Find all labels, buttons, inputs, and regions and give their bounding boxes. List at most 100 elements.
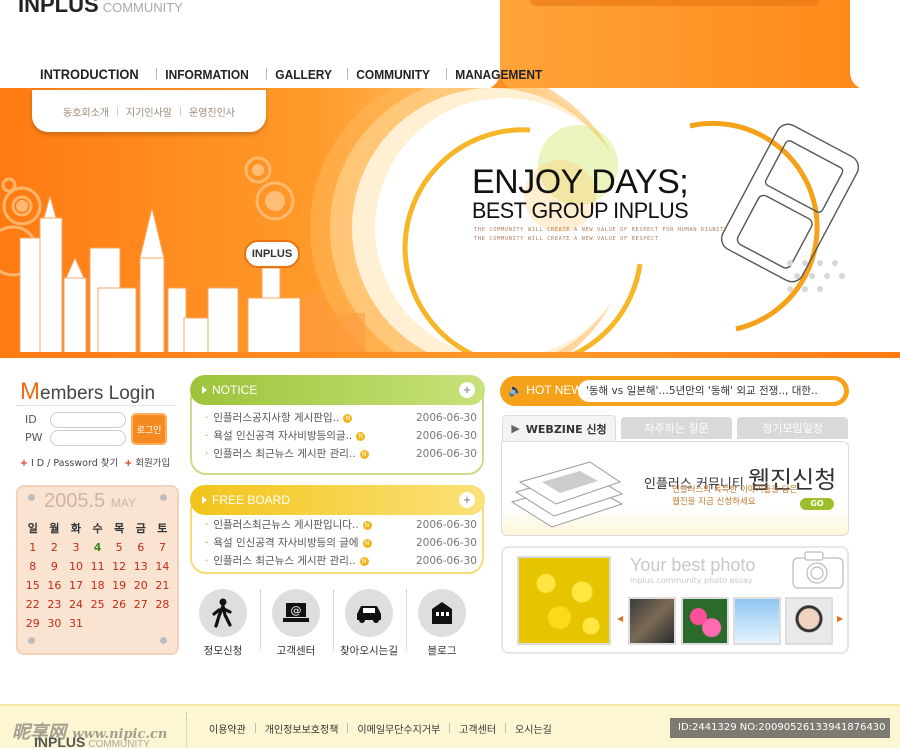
login-title-rest: embers Login (40, 383, 156, 404)
post-title[interactable]: 인플러스공지사항 게시판입..N (205, 409, 353, 427)
quick-link-customer-center[interactable]: @ 고객센터 (266, 589, 326, 658)
calendar-day[interactable]: 31 (65, 615, 87, 632)
id-input[interactable] (50, 412, 126, 428)
footer-link-terms[interactable]: 이용약관 (200, 721, 255, 736)
notice-more-plus-icon[interactable]: + (459, 382, 475, 398)
join-link[interactable]: + 회원가입 (124, 455, 170, 469)
tab-webzine[interactable]: ▶ WEBZINE 신청 (502, 415, 616, 441)
post-title-text: 욕설 인신공격 자사비방등의 글에 (213, 537, 359, 549)
calendar-day[interactable]: 9 (44, 558, 66, 575)
footer-link-email-policy[interactable]: 이메일무단수지거부 (348, 721, 449, 736)
free-board-post[interactable]: 인플러스 최근뉴스 게시판 관리..N 2006-06-30 (205, 552, 477, 570)
calendar-day[interactable]: 24 (65, 596, 87, 613)
quick-link-label: 정모신청 (203, 645, 243, 657)
calendar-day[interactable]: 18 (87, 577, 109, 594)
calendar-day[interactable]: 20 (130, 577, 152, 594)
notice-title: NOTICE (212, 383, 258, 397)
notice-post[interactable]: 욕설 인신공격 자사비방등의글..N 2006-06-30 (205, 427, 477, 445)
post-title[interactable]: 욕설 인신공격 자사비방등의 글에N (205, 534, 372, 552)
calendar-day[interactable]: 28 (152, 596, 174, 613)
webzine-go-button[interactable]: GO (800, 498, 834, 510)
photo-thumb-pink-flowers[interactable] (681, 597, 729, 645)
nav-information[interactable]: INFORMATION (157, 67, 257, 82)
footer-link-privacy[interactable]: 개인정보보호정책 (256, 721, 348, 736)
calendar-day[interactable]: 11 (87, 558, 109, 575)
calendar-day[interactable]: 6 (130, 539, 152, 556)
quick-link-label: 블로그 (427, 645, 457, 657)
nav-gallery[interactable]: GALLERY (267, 67, 340, 82)
quick-link-meeting[interactable]: 정모신청 (193, 589, 253, 658)
post-title[interactable]: 인플러스 최근뉴스 게시판 관리..N (205, 552, 369, 570)
calendar-day[interactable]: 27 (130, 596, 152, 613)
calendar-day[interactable]: 21 (152, 577, 174, 594)
calendar-rivet-icon (160, 494, 167, 501)
sub-nav-item-club-intro[interactable]: 동호회소개 (63, 104, 109, 119)
sub-nav: 동호회소개 지기인사말 운영진인사 (32, 90, 266, 132)
free-board-more-plus-icon[interactable]: + (459, 492, 475, 508)
new-badge-icon: N (356, 431, 366, 441)
tab-meeting-schedule[interactable]: 정기모임일정 (737, 417, 848, 439)
tab-faq[interactable]: 자주하는 질문 (621, 417, 732, 439)
calendar-day[interactable]: 17 (65, 577, 87, 594)
footer-link-support[interactable]: 고객센터 (450, 721, 505, 736)
photo-title: Your best photo (630, 555, 756, 575)
post-title[interactable]: 인플러스 최근뉴스 게시판 관리..N (205, 445, 369, 463)
banner-bottom-strip (0, 352, 900, 358)
featured-photo-yellow-flowers[interactable] (517, 556, 611, 645)
tab-arrow-icon: ▶ (511, 422, 520, 435)
calendar-day[interactable]: 3 (65, 539, 87, 556)
sub-nav-item-greeting[interactable]: 지기인사말 (126, 104, 172, 119)
photo-prev-arrow-icon[interactable]: ◀ (617, 614, 623, 623)
nav-community[interactable]: COMMUNITY (348, 67, 438, 82)
site-logo[interactable]: INPLUS COMMUNITY (18, 0, 183, 18)
calendar-day[interactable]: 25 (87, 596, 109, 613)
calendar-day[interactable]: 23 (44, 596, 66, 613)
photo-thumb-sky[interactable] (733, 597, 781, 645)
calendar-day[interactable]: 26 (108, 596, 130, 613)
calendar-title: 2005.5 MAY (44, 490, 136, 513)
calendar-day[interactable]: 8 (22, 558, 44, 575)
free-board-post[interactable]: 인플러스최근뉴스 게시판입니다..N 2006-06-30 (205, 516, 477, 534)
calendar-day[interactable]: 14 (152, 558, 174, 575)
free-board-post[interactable]: 욕설 인신공격 자사비방등의 글에N 2006-06-30 (205, 534, 477, 552)
photo-thumb-friends[interactable] (628, 597, 676, 645)
nav-introduction[interactable]: INTRODUCTION (40, 66, 147, 82)
calendar-day[interactable]: 4 (87, 539, 109, 556)
camera-icon (792, 551, 844, 589)
calendar-day[interactable]: 5 (108, 539, 130, 556)
post-date: 2006-06-30 (415, 430, 477, 442)
calendar-day[interactable]: 22 (22, 596, 44, 613)
sub-nav-item-staff[interactable]: 운영진인사 (189, 104, 235, 119)
calendar-day[interactable]: 10 (65, 558, 87, 575)
quick-link-blog[interactable]: 블로그 (412, 589, 472, 658)
calendar-day[interactable]: 15 (22, 577, 44, 594)
footer-divider (186, 712, 187, 748)
sub-nav-divider (117, 106, 118, 116)
calendar-weekday: 월 (49, 522, 60, 535)
login-button[interactable]: 로그인 (131, 413, 167, 445)
calendar-day[interactable]: 19 (108, 577, 130, 594)
hot-news-headline[interactable]: '동해 vs 일본해'…5년만의 '동해' 외교 전쟁.., 대한.. (578, 380, 844, 402)
quick-link-directions[interactable]: 찾아오시는길 (339, 589, 399, 658)
notice-post[interactable]: 인플러스공지사항 게시판입..N 2006-06-30 (205, 409, 477, 427)
footer-link-directions[interactable]: 오시는길 (506, 721, 561, 736)
calendar-day[interactable]: 16 (44, 577, 66, 594)
calendar-day[interactable]: 7 (152, 539, 174, 556)
calendar-day[interactable]: 13 (130, 558, 152, 575)
find-id-password-link[interactable]: + I D / Password 찾기 (20, 455, 118, 469)
calendar-day[interactable]: 1 (22, 539, 44, 556)
calendar-day[interactable]: 30 (44, 615, 66, 632)
post-title[interactable]: 욕설 인신공격 자사비방등의글..N (205, 427, 366, 445)
calendar-day[interactable]: 2 (44, 539, 66, 556)
photo-thumb-portrait[interactable] (785, 597, 833, 645)
password-input[interactable] (50, 430, 126, 446)
notice-post[interactable]: 인플러스 최근뉴스 게시판 관리..N 2006-06-30 (205, 445, 477, 463)
post-date: 2006-06-30 (415, 519, 477, 531)
post-title[interactable]: 인플러스최근뉴스 게시판입니다..N (205, 516, 372, 534)
calendar-day[interactable]: 29 (22, 615, 44, 632)
photo-next-arrow-icon[interactable]: ▶ (837, 614, 843, 623)
nav-management[interactable]: MANAGEMENT (447, 67, 551, 82)
calendar-year-month: 2005.5 (44, 490, 106, 512)
calendar-day[interactable]: 12 (108, 558, 130, 575)
inplus-badge: INPLUS (244, 240, 300, 268)
